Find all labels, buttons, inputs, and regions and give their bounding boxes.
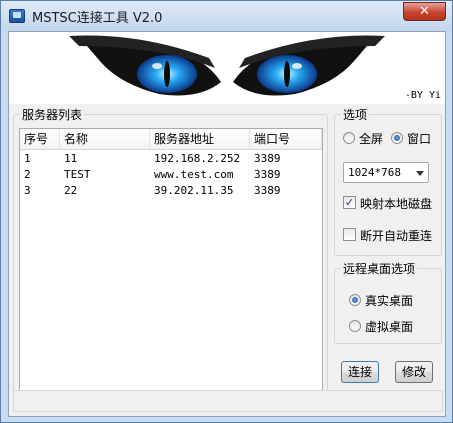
column-header-name[interactable]: 名称 <box>60 129 150 149</box>
cell-address: 39.202.11.35 <box>154 184 234 197</box>
cell-address: www.test.com <box>154 168 234 181</box>
real-desktop-label[interactable]: 真实桌面 <box>365 292 413 309</box>
window-radio[interactable] <box>391 132 403 144</box>
column-header-index[interactable]: 序号 <box>20 129 60 149</box>
fullscreen-radio[interactable] <box>343 132 355 144</box>
server-list-legend: 服务器列表 <box>20 106 85 123</box>
cell-index: 2 <box>24 168 31 181</box>
author-label: -BY Yi <box>404 90 441 101</box>
status-bar <box>13 390 443 412</box>
connect-button[interactable]: 连接 <box>341 361 379 383</box>
cell-port: 3389 <box>254 152 281 165</box>
app-window: MSTSC连接工具 V2.0 ✕ -BY Yi 服务器列表 序号 名称 服务器地… <box>0 0 453 423</box>
chevron-down-icon <box>416 171 424 176</box>
table-row[interactable]: 3 22 39.202.11.35 3389 <box>20 183 322 199</box>
server-list-group: 服务器列表 序号 名称 服务器地址 端口号 1 11 192.168.2.252… <box>13 106 328 407</box>
fullscreen-label[interactable]: 全屏 <box>359 130 383 147</box>
cell-port: 3389 <box>254 184 281 197</box>
main-client-area: -BY Yi 服务器列表 序号 名称 服务器地址 端口号 1 11 192.16… <box>8 31 446 417</box>
modify-button[interactable]: 修改 <box>395 361 433 383</box>
remote-desktop-group: 远程桌面选项 真实桌面 虚拟桌面 <box>334 260 442 344</box>
column-header-address[interactable]: 服务器地址 <box>150 129 250 149</box>
cell-name: TEST <box>64 168 91 181</box>
table-row[interactable]: 2 TEST www.test.com 3389 <box>20 167 322 183</box>
options-legend: 选项 <box>341 106 370 123</box>
cell-name: 11 <box>64 152 78 165</box>
remote-desktop-legend: 远程桌面选项 <box>341 260 418 277</box>
virtual-desktop-radio[interactable] <box>349 320 361 332</box>
cell-index: 1 <box>24 152 31 165</box>
auto-reconnect-label[interactable]: 断开自动重连 <box>360 227 432 244</box>
window-label[interactable]: 窗口 <box>407 130 431 147</box>
eyes-banner: -BY Yi <box>9 32 445 104</box>
map-local-disk-checkbox[interactable]: ✓ <box>343 196 356 209</box>
resolution-value: 1024*768 <box>348 166 401 179</box>
map-local-disk-label[interactable]: 映射本地磁盘 <box>360 195 432 212</box>
list-header: 序号 名称 服务器地址 端口号 <box>20 129 322 150</box>
server-list[interactable]: 序号 名称 服务器地址 端口号 1 11 192.168.2.252 3389 … <box>19 128 323 400</box>
cell-port: 3389 <box>254 168 281 181</box>
options-group: 选项 全屏 窗口 1024*768 ✓ 映射本地磁盘 断开自动重连 <box>334 106 442 256</box>
table-row[interactable]: 1 11 192.168.2.252 3389 <box>20 151 322 167</box>
eyes-image <box>69 35 385 96</box>
cell-address: 192.168.2.252 <box>154 152 241 165</box>
resolution-select[interactable]: 1024*768 <box>343 162 429 183</box>
app-monitor-icon <box>9 9 25 23</box>
window-title: MSTSC连接工具 V2.0 <box>32 11 163 26</box>
virtual-desktop-label[interactable]: 虚拟桌面 <box>365 318 413 335</box>
title-bar: MSTSC连接工具 V2.0 ✕ <box>1 1 452 31</box>
real-desktop-radio[interactable] <box>349 294 361 306</box>
auto-reconnect-checkbox[interactable] <box>343 228 356 241</box>
column-header-port[interactable]: 端口号 <box>250 129 322 149</box>
cell-index: 3 <box>24 184 31 197</box>
close-icon: ✕ <box>419 4 430 19</box>
close-button[interactable]: ✕ <box>403 2 446 21</box>
cell-name: 22 <box>64 184 78 197</box>
